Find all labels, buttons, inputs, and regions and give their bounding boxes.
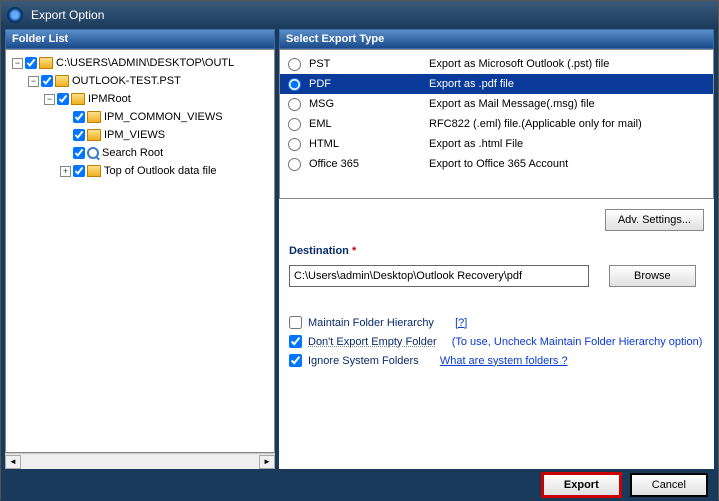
tree-expander-icon[interactable]: − (44, 94, 55, 105)
tree-expander-icon[interactable]: − (28, 76, 39, 87)
tree-checkbox[interactable] (57, 93, 69, 105)
tree-row[interactable]: Search Root (8, 144, 272, 162)
export-type-code: EML (309, 118, 429, 130)
maintain-hierarchy-checkbox[interactable] (289, 316, 302, 329)
export-type-code: HTML (309, 138, 429, 150)
horizontal-scrollbar[interactable]: ◄ ► (5, 453, 275, 469)
tree-label: Search Root (102, 147, 163, 159)
tree-label: C:\USERS\ADMIN\DESKTOP\OUTL (56, 57, 234, 69)
export-type-list: PSTExport as Microsoft Outlook (.pst) fi… (279, 49, 714, 199)
export-type-header: Select Export Type (279, 29, 714, 49)
export-type-option[interactable]: Office 365Export to Office 365 Account (280, 154, 713, 174)
tree-expander-icon[interactable]: − (12, 58, 23, 69)
export-type-code: MSG (309, 98, 429, 110)
tree-expander-icon (60, 148, 71, 159)
export-type-radio[interactable] (288, 138, 301, 151)
tree-row[interactable]: − C:\USERS\ADMIN\DESKTOP\OUTL (8, 54, 272, 72)
folder-icon (87, 129, 101, 141)
folder-icon (71, 93, 85, 105)
export-type-radio[interactable] (288, 98, 301, 111)
tree-label: IPM_COMMON_VIEWS (104, 111, 223, 123)
folder-icon (39, 57, 53, 69)
search-icon (87, 147, 99, 159)
tree-row[interactable]: IPM_VIEWS (8, 126, 272, 144)
tree-label: IPM_VIEWS (104, 129, 165, 141)
tree-row[interactable]: + Top of Outlook data file (8, 162, 272, 180)
export-type-desc: Export as Microsoft Outlook (.pst) file (429, 58, 609, 70)
tree-label: Top of Outlook data file (104, 165, 217, 177)
tree-expander-icon (60, 112, 71, 123)
dont-export-empty-checkbox[interactable] (289, 335, 302, 348)
export-type-option[interactable]: EMLRFC822 (.eml) file.(Applicable only f… (280, 114, 713, 134)
tree-checkbox[interactable] (73, 129, 85, 141)
export-type-radio[interactable] (288, 118, 301, 131)
tree-checkbox[interactable] (73, 165, 85, 177)
tree-row[interactable]: IPM_COMMON_VIEWS (8, 108, 272, 126)
folder-icon (55, 75, 69, 87)
right-panel: Select Export Type PSTExport as Microsof… (279, 29, 714, 469)
maintain-hierarchy-help-link[interactable]: [?] (455, 317, 467, 329)
folder-list-panel: Folder List − C:\USERS\ADMIN\DESKTOP\OUTL… (5, 29, 275, 469)
export-button[interactable]: Export (541, 472, 622, 498)
export-type-desc: Export to Office 365 Account (429, 158, 568, 170)
system-folders-link[interactable]: What are system folders ? (440, 355, 568, 367)
folder-tree[interactable]: − C:\USERS\ADMIN\DESKTOP\OUTL − OUTLOOK-TES… (5, 49, 275, 453)
destination-row: Browse (279, 261, 714, 287)
destination-label-text: Destination (289, 245, 349, 257)
ignore-system-checkbox[interactable] (289, 354, 302, 367)
tree-row[interactable]: − IPMRoot (8, 90, 272, 108)
export-type-desc: Export as .html File (429, 138, 523, 150)
export-type-code: Office 365 (309, 158, 429, 170)
tree-checkbox[interactable] (25, 57, 37, 69)
maintain-hierarchy-row: Maintain Folder Hierarchy [?] (289, 313, 704, 332)
folder-icon (87, 111, 101, 123)
dont-export-empty-hint: (To use, Uncheck Maintain Folder Hierarc… (452, 336, 703, 348)
export-type-radio[interactable] (288, 158, 301, 171)
tree-checkbox[interactable] (41, 75, 53, 87)
adv-settings-row: Adv. Settings... (279, 199, 714, 239)
export-type-code: PDF (309, 78, 429, 90)
export-type-desc: Export as .pdf file (429, 78, 514, 90)
folder-list-header: Folder List (5, 29, 275, 49)
options-group: Maintain Folder Hierarchy [?] Don't Expo… (279, 287, 714, 374)
export-type-desc: RFC822 (.eml) file.(Applicable only for … (429, 118, 642, 130)
browse-button[interactable]: Browse (609, 265, 696, 287)
export-type-radio[interactable] (288, 78, 301, 91)
export-type-option[interactable]: PDFExport as .pdf file (280, 74, 713, 94)
tree-checkbox[interactable] (73, 147, 85, 159)
titlebar: Export Option (1, 1, 718, 29)
export-type-desc: Export as Mail Message(.msg) file (429, 98, 595, 110)
export-type-code: PST (309, 58, 429, 70)
destination-label: Destination * (279, 239, 714, 261)
tree-checkbox[interactable] (73, 111, 85, 123)
tree-expander-icon (60, 130, 71, 141)
export-type-option[interactable]: MSGExport as Mail Message(.msg) file (280, 94, 713, 114)
app-icon (7, 7, 23, 23)
export-type-option[interactable]: HTMLExport as .html File (280, 134, 713, 154)
scroll-left-arrow-icon[interactable]: ◄ (5, 455, 21, 469)
scroll-right-arrow-icon[interactable]: ► (259, 455, 275, 469)
tree-label: OUTLOOK-TEST.PST (72, 75, 181, 87)
dont-export-empty-label: Don't Export Empty Folder (308, 336, 437, 348)
tree-row[interactable]: − OUTLOOK-TEST.PST (8, 72, 272, 90)
tree-label: IPMRoot (88, 93, 131, 105)
export-type-radio[interactable] (288, 58, 301, 71)
maintain-hierarchy-label: Maintain Folder Hierarchy (308, 317, 434, 329)
ignore-system-row: Ignore System Folders What are system fo… (289, 351, 704, 370)
content: Folder List − C:\USERS\ADMIN\DESKTOP\OUTL… (1, 29, 718, 469)
ignore-system-label: Ignore System Folders (308, 355, 419, 367)
folder-icon (87, 165, 101, 177)
cancel-button[interactable]: Cancel (630, 473, 708, 497)
export-type-option[interactable]: PSTExport as Microsoft Outlook (.pst) fi… (280, 54, 713, 74)
footer: Export Cancel (1, 469, 718, 501)
window-title: Export Option (31, 8, 104, 22)
required-asterisk: * (352, 245, 356, 257)
destination-input[interactable] (289, 265, 589, 287)
adv-settings-button[interactable]: Adv. Settings... (605, 209, 704, 231)
dont-export-empty-row: Don't Export Empty Folder (To use, Unche… (289, 332, 704, 351)
tree-expander-icon[interactable]: + (60, 166, 71, 177)
scroll-track[interactable] (21, 455, 259, 469)
